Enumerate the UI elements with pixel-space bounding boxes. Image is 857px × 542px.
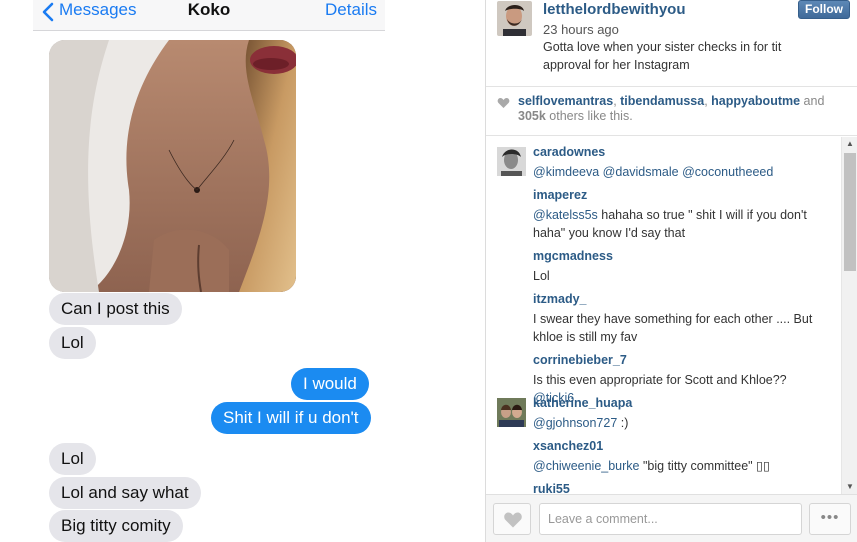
comment-bar: ••• [486,494,857,542]
mention-link[interactable]: @chiweenie_burke [533,459,640,473]
likes-summary: selflovemantras, tibendamussa, happyabou… [518,94,825,123]
likes-count[interactable]: 305k [518,109,546,123]
comment-text: Lol [533,269,550,283]
mention-link[interactable]: @kimdeeva [533,165,599,179]
scroll-up-arrow-icon[interactable]: ▲ [842,137,857,151]
comment-text: @kimdeeva @davidsmale @coconutheeed [533,163,828,181]
likes-and: and [803,94,825,108]
received-bubble[interactable]: Lol [49,443,96,475]
comment-text: @chiweenie_burke "big titty committee" ▯… [533,459,770,473]
liker-link[interactable]: tibendamussa [620,94,704,108]
owner-avatar[interactable] [497,1,532,36]
more-options-button[interactable]: ••• [809,503,851,535]
selfie-photo [49,40,296,292]
received-bubble[interactable]: Lol [49,327,96,359]
comment-username[interactable]: corrinebieber_7 [533,353,627,367]
details-button[interactable]: Details [325,0,377,20]
like-heart-icon [504,512,522,528]
comment-username[interactable]: mgcmadness [533,249,613,263]
commenter-avatar[interactable] [497,147,526,176]
post-caption: Gotta love when your sister checks in fo… [543,40,782,72]
post-timestamp: 23 hours ago [543,22,619,37]
received-bubble[interactable]: Can I post this [49,293,182,325]
like-button[interactable] [493,503,531,535]
comment-username[interactable]: katherine_huapa [533,396,632,410]
comment-text: @gjohnson727 :) [533,416,629,430]
comment-username[interactable]: itzmady_ [533,292,587,306]
comments-list[interactable]: caradownes @kimdeeva @davidsmale @coconu… [486,137,841,494]
scroll-thumb[interactable] [844,153,856,271]
received-bubble[interactable]: Lol and say what [49,477,201,509]
likes-row: selflovemantras, tibendamussa, happyabou… [486,88,857,136]
liker-link[interactable]: selflovemantras [518,94,613,108]
received-bubble[interactable]: Big titty comity [49,510,183,542]
post-header: letthelordbewithyou 23 hours ago Gotta l… [486,0,857,87]
messages-screenshot: Messages Koko Details Can I post this Lo… [0,0,485,542]
mention-link[interactable]: @gjohnson727 [533,416,617,430]
follow-button[interactable]: Follow [798,0,850,19]
mention-link[interactable]: @davidsmale [603,165,679,179]
comment-input[interactable] [539,503,802,535]
comment-username[interactable]: caradownes [533,145,605,159]
mention-link[interactable]: @coconutheeed [682,165,773,179]
commenter-avatar[interactable] [497,398,526,427]
comments-scrollbar[interactable]: ▲ ▼ [841,137,857,494]
comment-username[interactable]: imaperez [533,188,587,202]
comment-text: @katelss5s hahaha so true " shit I will … [533,208,807,240]
liker-link[interactable]: happyaboutme [711,94,800,108]
mention-link[interactable]: @katelss5s [533,208,598,222]
messages-nav-bar: Messages Koko Details [33,0,385,31]
instagram-panel: letthelordbewithyou 23 hours ago Gotta l… [485,0,857,542]
heart-icon [497,97,510,108]
scroll-down-arrow-icon[interactable]: ▼ [842,480,857,494]
comment-text: I swear they have something for each oth… [533,312,813,344]
photo-message[interactable] [49,40,296,292]
comment-username[interactable]: ruki55 [533,482,570,494]
sent-bubble[interactable]: Shit I will if u don't [211,402,371,434]
owner-username[interactable]: letthelordbewithyou [543,1,686,18]
likes-tail: others like this. [549,109,633,123]
sent-bubble[interactable]: I would [291,368,369,400]
comment-username[interactable]: xsanchez01 [533,439,603,453]
